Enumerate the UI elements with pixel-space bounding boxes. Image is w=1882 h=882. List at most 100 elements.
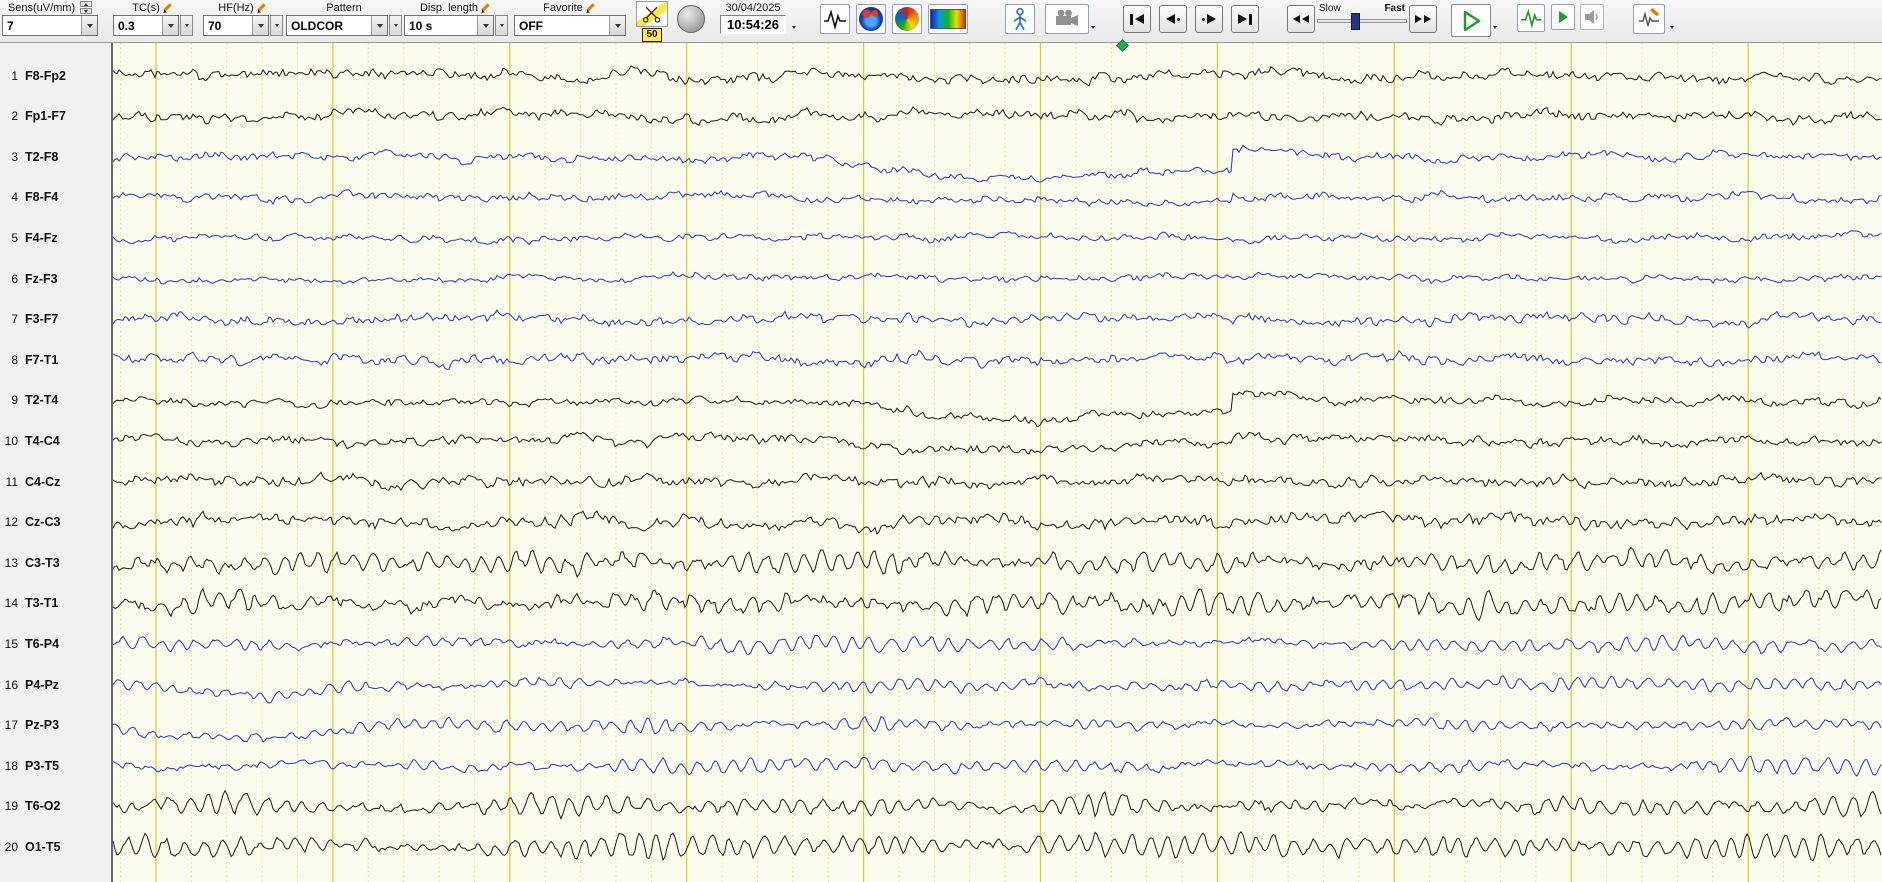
channel-label: Pz-P3 (25, 718, 60, 733)
step-back-button[interactable] (1159, 5, 1187, 33)
step-forward-button[interactable] (1195, 5, 1223, 33)
tc-label: TC(s) (132, 1, 160, 14)
play-button[interactable] (1451, 4, 1491, 37)
hf-ext-button[interactable] (270, 15, 283, 36)
channel-number: 13 (4, 555, 18, 570)
channel-number: 5 (11, 230, 18, 245)
display-length-combo[interactable]: 10 s (404, 15, 494, 36)
eeg-trace-P4-Pz (113, 675, 1882, 704)
channel-number: 16 (4, 677, 18, 692)
chevron-down-icon[interactable] (790, 26, 798, 29)
eeg-trace-F8-Fp2 (113, 65, 1882, 87)
eeg-trace-F8-F4 (113, 189, 1882, 208)
chevron-down-icon[interactable] (1668, 26, 1676, 29)
channel-label: C3-T3 (25, 555, 60, 570)
channel-row[interactable]: 16 P4-Pz (0, 676, 111, 694)
play-small-icon[interactable] (1551, 4, 1575, 30)
chevron-down-icon[interactable] (609, 16, 625, 35)
pattern-combo[interactable]: OLDCOR (286, 15, 388, 36)
chevron-down-icon[interactable] (477, 16, 493, 35)
channel-number: 17 (4, 718, 18, 733)
channel-row[interactable]: 10 T4-C4 (0, 432, 111, 450)
channel-row[interactable]: 11 C4-Cz (0, 473, 111, 491)
signal-trace-icon[interactable] (820, 4, 850, 34)
skip-to-start-button[interactable] (1123, 5, 1151, 33)
fast-label: Fast (1384, 3, 1405, 14)
sensitivity-combo[interactable]: 7 (2, 15, 98, 36)
channel-number: 3 (11, 149, 18, 164)
eeg-trace-T2-F8 (113, 144, 1882, 183)
patient-icon[interactable] (1005, 4, 1035, 34)
chevron-down-icon[interactable] (81, 16, 97, 35)
speed-slider-group: Slow Fast (1317, 3, 1407, 30)
fast-forward-button[interactable] (1409, 5, 1437, 33)
channel-label: T6-P4 (25, 636, 60, 651)
channel-number: 12 (4, 515, 18, 530)
brain-map-icon[interactable] (856, 4, 886, 34)
channel-row[interactable]: 5 F4-Fz (0, 229, 111, 247)
display-length-ext-button[interactable] (495, 15, 508, 36)
channel-row[interactable]: 1 F8-Fp2 (0, 67, 111, 85)
favorite-combo[interactable]: OFF (514, 15, 626, 36)
channel-number: 14 (4, 596, 18, 611)
channel-row[interactable]: 15 T6-P4 (0, 635, 111, 653)
color-map-icon[interactable] (892, 4, 922, 34)
chevron-down-icon[interactable] (162, 16, 178, 35)
channel-row[interactable]: 8 F7-T1 (0, 351, 111, 369)
channel-row[interactable]: 12 Cz-C3 (0, 513, 111, 531)
video-camera-icon[interactable] (1045, 4, 1089, 34)
notch-50hz-badge: 50 (642, 28, 662, 42)
channel-row[interactable]: 9 T2-T4 (0, 391, 111, 409)
eeg-trace-Fp1-F7 (113, 106, 1882, 126)
rewind-button[interactable] (1287, 5, 1315, 33)
chevron-down-icon[interactable] (371, 16, 387, 35)
channel-label: P4-Pz (25, 677, 60, 692)
spectrum-icon[interactable] (928, 4, 968, 34)
channel-row[interactable]: 6 Fz-F3 (0, 270, 111, 288)
sensitivity-group: Sens(uV/mm) 7 (2, 0, 98, 36)
channel-row[interactable]: 4 F8-F4 (0, 188, 111, 206)
edit-pencil-icon[interactable] (163, 2, 174, 13)
speed-slider-track[interactable] (1317, 13, 1407, 30)
channel-row[interactable]: 3 T2-F8 (0, 148, 111, 166)
channel-number: 8 (11, 352, 18, 367)
channel-row[interactable]: 13 C3-T3 (0, 554, 111, 572)
channel-label: F8-F4 (25, 190, 59, 205)
channel-row[interactable]: 7 F3-F7 (0, 310, 111, 328)
channel-row[interactable]: 2 Fp1-F7 (0, 107, 111, 125)
signal-monitor-icon[interactable] (1517, 4, 1545, 32)
channel-number: 11 (5, 474, 18, 489)
speed-slider-thumb[interactable] (1350, 13, 1360, 30)
edit-pencil-icon[interactable] (481, 2, 492, 13)
chevron-down-icon[interactable] (1089, 26, 1097, 29)
pattern-ext-button[interactable] (389, 15, 402, 36)
tc-combo[interactable]: 0.3 (113, 15, 179, 36)
eeg-trace-T3-T1 (113, 587, 1882, 622)
hf-combo[interactable]: 70 (203, 15, 269, 36)
globe-icon[interactable] (677, 5, 705, 33)
channel-row[interactable]: 18 P3-T5 (0, 757, 111, 775)
channel-row[interactable]: 14 T3-T1 (0, 594, 111, 612)
channel-row[interactable]: 17 Pz-P3 (0, 716, 111, 734)
montage-tools-icon[interactable] (1633, 4, 1665, 34)
channel-number: 10 (4, 433, 18, 448)
scissors-icon[interactable] (636, 1, 668, 27)
speaker-icon[interactable] (1580, 4, 1604, 30)
edit-pencil-icon[interactable] (257, 2, 268, 13)
eeg-trace-area[interactable] (113, 43, 1882, 882)
eeg-trace-Cz-C3 (113, 510, 1882, 535)
favorite-label: Favorite (543, 1, 583, 14)
favorite-group: Favorite OFF (514, 0, 626, 36)
eeg-trace-T6-O2 (113, 789, 1882, 821)
channel-label: T2-T4 (25, 393, 59, 408)
tc-ext-button[interactable] (180, 15, 193, 36)
channel-row[interactable]: 20 O1-T5 (0, 838, 111, 856)
eeg-trace-T6-P4 (113, 634, 1882, 655)
sensitivity-spinner[interactable] (80, 1, 93, 14)
chevron-down-icon[interactable] (1491, 26, 1499, 29)
chevron-down-icon[interactable] (252, 16, 268, 35)
channel-number: 19 (4, 799, 18, 814)
channel-row[interactable]: 19 T6-O2 (0, 797, 111, 815)
skip-to-end-button[interactable] (1231, 5, 1259, 33)
edit-pencil-icon[interactable] (586, 2, 597, 13)
